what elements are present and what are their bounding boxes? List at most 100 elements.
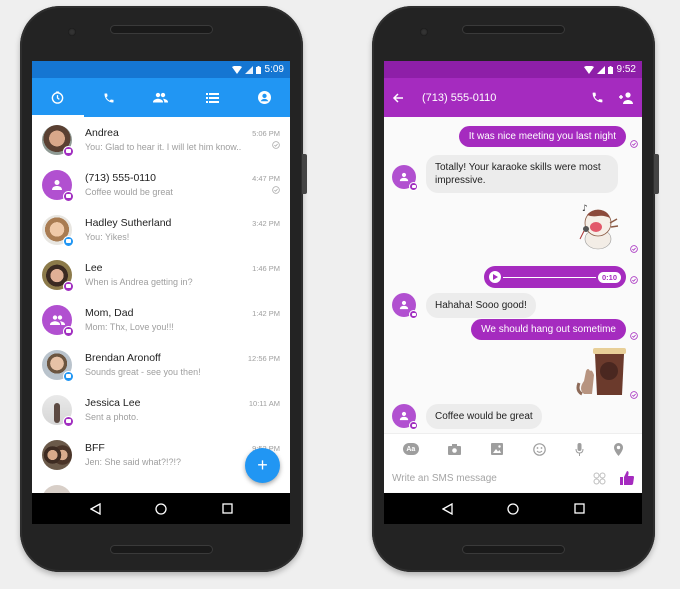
home-button[interactable] [151,499,171,519]
call-button[interactable] [591,91,604,104]
status-bar: 9:52 [384,61,642,78]
group-icon [49,314,65,325]
coffee-cat-sticker[interactable] [576,345,626,397]
message-time: 12:56 PM [247,354,280,363]
message-time: 4:47 PM [252,174,280,183]
avatar [42,169,74,202]
thread-title: (713) 555-0110 [422,91,497,104]
people-icon [153,92,169,103]
conversation-item[interactable]: Lee When is Andrea getting in? 1:46 PM [32,252,290,297]
avatar [42,484,72,493]
emoji-button[interactable] [532,442,546,456]
phone-icon [104,93,114,102]
conversation-item[interactable]: Brendan Aronoff Sounds great - see you t… [32,342,290,387]
sent-check-icon [630,245,638,253]
new-conversation-button[interactable]: + [245,448,280,483]
back-arrow-button[interactable] [392,92,404,104]
back-button[interactable] [437,499,457,519]
like-button[interactable] [620,471,634,485]
contact-name: Mom, Dad [85,307,134,319]
avatar [42,214,74,247]
message-snippet: Sent a photo. [85,412,139,422]
list-icon [206,92,220,103]
conversation-item[interactable]: Andrea You: Glad to hear it. I will let … [32,117,290,162]
message-input[interactable] [392,472,593,484]
avatar [42,259,74,292]
incoming-message-row: Coffee would be great [392,404,542,430]
person-icon [399,172,409,182]
location-button[interactable] [614,442,624,456]
top-speaker [110,25,213,34]
read-check-icon [272,186,280,194]
camera-button[interactable] [448,443,462,455]
sticker-dog-icon: ♪ [579,204,619,250]
message-time: 10:11 AM [248,399,280,408]
conversation-item[interactable]: Jessica Lee Sent a photo. 10:11 AM [32,387,290,432]
contact-name: Hadley Sutherland [85,217,172,229]
system-nav-bar [384,493,642,524]
message-snippet: When is Andrea getting in? [85,277,193,287]
avatar [42,349,74,382]
sticker-button[interactable] [593,472,606,485]
messenger-badge-icon [63,370,74,382]
battery-icon [607,65,613,74]
incoming-message[interactable]: Hahaha! Sooo good! [426,293,536,318]
back-button[interactable] [85,499,105,519]
home-button[interactable] [503,499,523,519]
bottom-speaker [110,545,213,554]
thumbs-up-icon [620,471,634,485]
incoming-message-row: Totally! Your karaoke skills were most i… [392,155,618,193]
home-circle-icon [155,502,167,515]
sms-badge-icon [63,280,74,292]
smiley-icon [532,442,546,456]
conversation-thread-screen: 9:52 (713) 555-0110 It was nice meeting … [384,61,642,524]
microphone-icon [575,442,584,456]
tab-profile[interactable] [238,78,290,117]
play-button[interactable] [489,271,501,283]
sms-badge-icon [63,190,74,202]
audio-progress-track[interactable] [503,276,596,278]
text-style-button[interactable]: Aa [402,443,419,455]
conversation-item[interactable]: Hadley Sutherland You: Yikes! 3:42 PM [32,207,290,252]
avatar [42,124,74,157]
text-format-icon: Aa [402,443,419,455]
message-snippet: You: Yikes! [85,232,130,242]
conversation-item[interactable]: (713) 555-0110 Coffee would be great 4:4… [32,162,290,207]
conversation-item[interactable]: Mom, Dad Mom: Thx, Love you!!! 1:42 PM [32,297,290,342]
tab-list[interactable] [187,78,239,117]
person-icon [52,179,62,190]
voice-button[interactable] [575,442,584,456]
message-snippet: Sounds great - see you then! [85,367,201,377]
incoming-message-row: Hahaha! Sooo good! [392,293,536,319]
message-snippet: Mom: Thx, Love you!!! [85,322,174,332]
audio-message[interactable]: 0:10 [484,266,626,288]
singing-dog-sticker[interactable]: ♪ [570,201,620,251]
incoming-message[interactable]: Coffee would be great [426,404,542,429]
wifi-icon [583,65,594,74]
account-icon [257,91,271,104]
avatar [392,165,418,191]
tab-recent[interactable] [32,78,84,117]
svg-text:♪: ♪ [582,204,588,214]
recents-button[interactable] [569,499,589,519]
recents-button[interactable] [217,499,237,519]
tab-groups[interactable] [135,78,187,117]
add-person-button[interactable] [618,91,634,104]
phone-icon [592,92,603,103]
avatar [42,304,74,337]
message-thread: It was nice meeting you last night Total… [384,117,642,433]
phone-right: 9:52 (713) 555-0110 It was nice meeting … [372,6,659,572]
message-time: 3:42 PM [252,219,280,228]
sent-check-icon [630,391,638,399]
front-camera [420,28,428,36]
sticker-grid-icon [593,472,606,484]
gallery-button[interactable] [491,443,504,455]
outgoing-message[interactable]: We should hang out sometime [471,319,626,340]
person-icon [399,300,409,310]
message-snippet: You: Glad to hear it. I will let him kno… [85,142,242,152]
play-icon [493,274,498,280]
incoming-message[interactable]: Totally! Your karaoke skills were most i… [426,155,618,193]
outgoing-message[interactable]: It was nice meeting you last night [458,126,626,147]
tab-calls[interactable] [84,78,136,117]
sms-badge-icon [409,310,418,319]
